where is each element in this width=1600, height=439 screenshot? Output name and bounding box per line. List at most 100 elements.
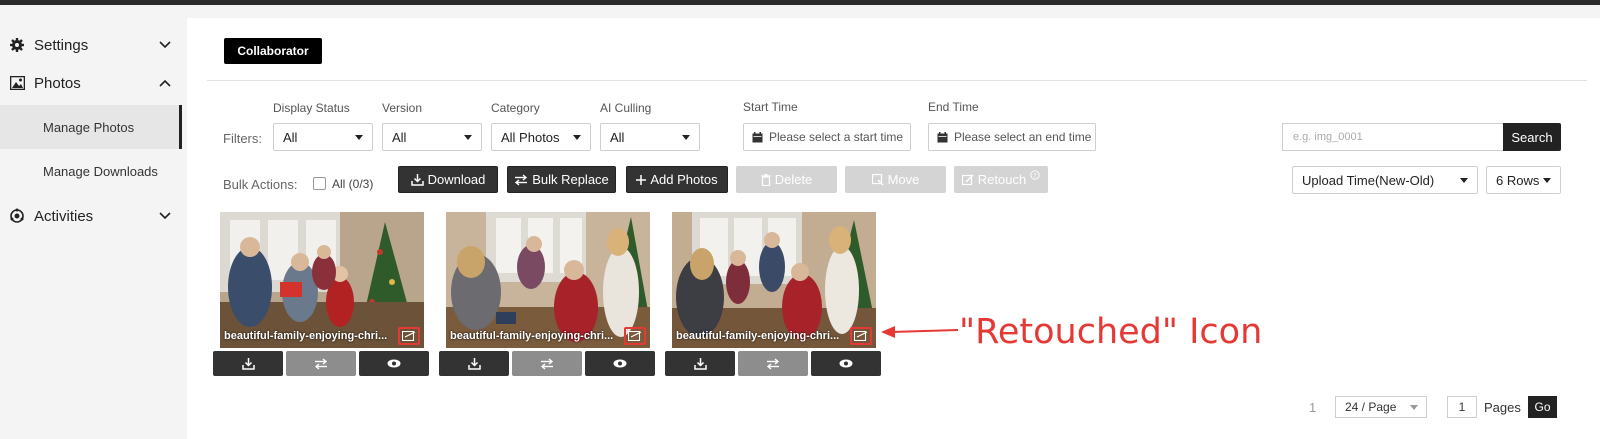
add-photos-button[interactable]: Add Photos [626,166,728,193]
photo-caption: beautiful-family-enjoying-chri... [224,330,388,342]
photo-caption: beautiful-family-enjoying-chri... [450,330,614,342]
trash-icon [760,173,771,186]
download-icon [410,174,424,186]
retouch-icon [961,174,974,185]
main-panel: Collaborator Filters: Display Status All… [187,18,1600,439]
start-time-picker[interactable]: Please select a start time [743,123,911,151]
select-all-checkbox[interactable] [313,177,326,190]
swap-icon [515,173,528,186]
end-time-placeholder: Please select an end time [954,130,1092,144]
swap-icon [766,357,780,370]
select-value: 6 Rows [1496,172,1540,188]
move-label: Move [887,172,920,187]
photo-replace-button[interactable] [286,351,356,376]
version-label: Version [382,101,423,115]
photo-view-button[interactable] [359,351,429,376]
photo-image [446,212,650,348]
eye-icon [613,359,627,368]
select-value: 24 / Page [1345,400,1397,414]
eye-icon [839,359,853,368]
filters-label: Filters: [223,131,262,146]
sidebar-item-manage-photos[interactable]: Manage Photos [0,105,182,149]
annotation-label: "Retouched" Icon [959,312,1263,352]
chevron-up-icon [150,79,180,87]
download-icon [693,358,707,370]
caret-down-icon [573,135,581,140]
retouched-icon [624,327,646,345]
retouch-label: Retouch [977,172,1027,187]
photo-card[interactable]: beautiful-family-enjoying-chri... [672,212,876,348]
display-status-label: Display Status [273,101,350,115]
sidebar: Settings Photos Manage Photos Manage Dow… [0,5,187,439]
bulk-actions-label: Bulk Actions: [223,177,298,192]
add-photos-label: Add Photos [650,172,718,187]
download-button[interactable]: Download [398,166,498,193]
annotation-arrow [881,326,959,338]
image-icon [0,76,34,90]
select-value: All [392,129,407,145]
select-value: Upload Time(New-Old) [1302,172,1435,188]
move-icon [871,173,884,185]
search-input[interactable]: e.g. img_0001 [1282,123,1503,151]
eye-icon [387,359,401,368]
photo-card[interactable]: beautiful-family-enjoying-chri... [446,212,650,348]
select-value: All [283,129,298,145]
go-button[interactable]: Go [1528,396,1557,418]
goto-page-input[interactable]: 1 [1447,396,1477,418]
caret-down-icon [1410,405,1418,410]
ai-culling-label: AI Culling [600,101,652,115]
sidebar-item-settings[interactable]: Settings [0,26,180,64]
pager-current-page[interactable]: 1 [1309,400,1316,415]
help-icon: ? [1030,169,1040,180]
photo-download-button[interactable] [665,351,735,376]
caret-down-icon [1543,178,1551,183]
sidebar-item-manage-downloads[interactable]: Manage Downloads [0,149,182,193]
collaborator-button[interactable]: Collaborator [224,38,322,64]
swap-icon [314,357,328,370]
photo-replace-button[interactable] [738,351,808,376]
per-page-select[interactable]: 24 / Page [1335,396,1427,418]
photo-view-button[interactable] [585,351,655,376]
gear-icon [0,37,34,53]
end-time-label: End Time [928,100,979,114]
delete-button[interactable]: Delete [736,166,837,193]
move-button[interactable]: Move [845,166,946,193]
retouched-icon [850,327,872,345]
bulk-replace-label: Bulk Replace [532,172,609,187]
top-bar [0,0,1600,5]
category-label: Category [491,101,540,115]
chevron-down-icon [150,41,180,49]
category-select[interactable]: All Photos [491,123,591,151]
ai-culling-select[interactable]: All [600,123,700,151]
search-button[interactable]: Search [1503,123,1561,151]
caret-down-icon [355,135,363,140]
photo-image [672,212,876,348]
photo-card[interactable]: beautiful-family-enjoying-chri... [220,212,424,348]
select-value: All Photos [501,129,560,145]
photo-download-button[interactable] [213,351,283,376]
photo-image [220,212,424,348]
bulk-replace-button[interactable]: Bulk Replace [507,166,616,193]
photo-view-button[interactable] [811,351,881,376]
rows-select[interactable]: 6 Rows [1486,166,1561,194]
photo-download-button[interactable] [439,351,509,376]
start-time-placeholder: Please select a start time [769,130,904,144]
version-select[interactable]: All [382,123,482,151]
sidebar-item-photos[interactable]: Photos [0,64,180,102]
photo-caption: beautiful-family-enjoying-chri... [676,330,840,342]
caret-down-icon [682,135,690,140]
plus-icon [636,174,647,185]
sidebar-item-label: Photos [34,74,81,92]
select-value: All [610,129,625,145]
svg-text:?: ? [1033,171,1036,179]
retouch-button[interactable]: Retouch ? [954,166,1048,193]
retouched-icon [398,327,420,345]
sidebar-item-activities[interactable]: Activities [0,197,180,235]
end-time-picker[interactable]: Please select an end time [928,123,1096,151]
display-status-select[interactable]: All [273,123,373,151]
calendar-icon [752,131,763,142]
select-all-label: All (0/3) [332,177,374,191]
sort-select[interactable]: Upload Time(New-Old) [1292,166,1478,194]
photo-replace-button[interactable] [512,351,582,376]
download-label: Download [427,172,486,187]
